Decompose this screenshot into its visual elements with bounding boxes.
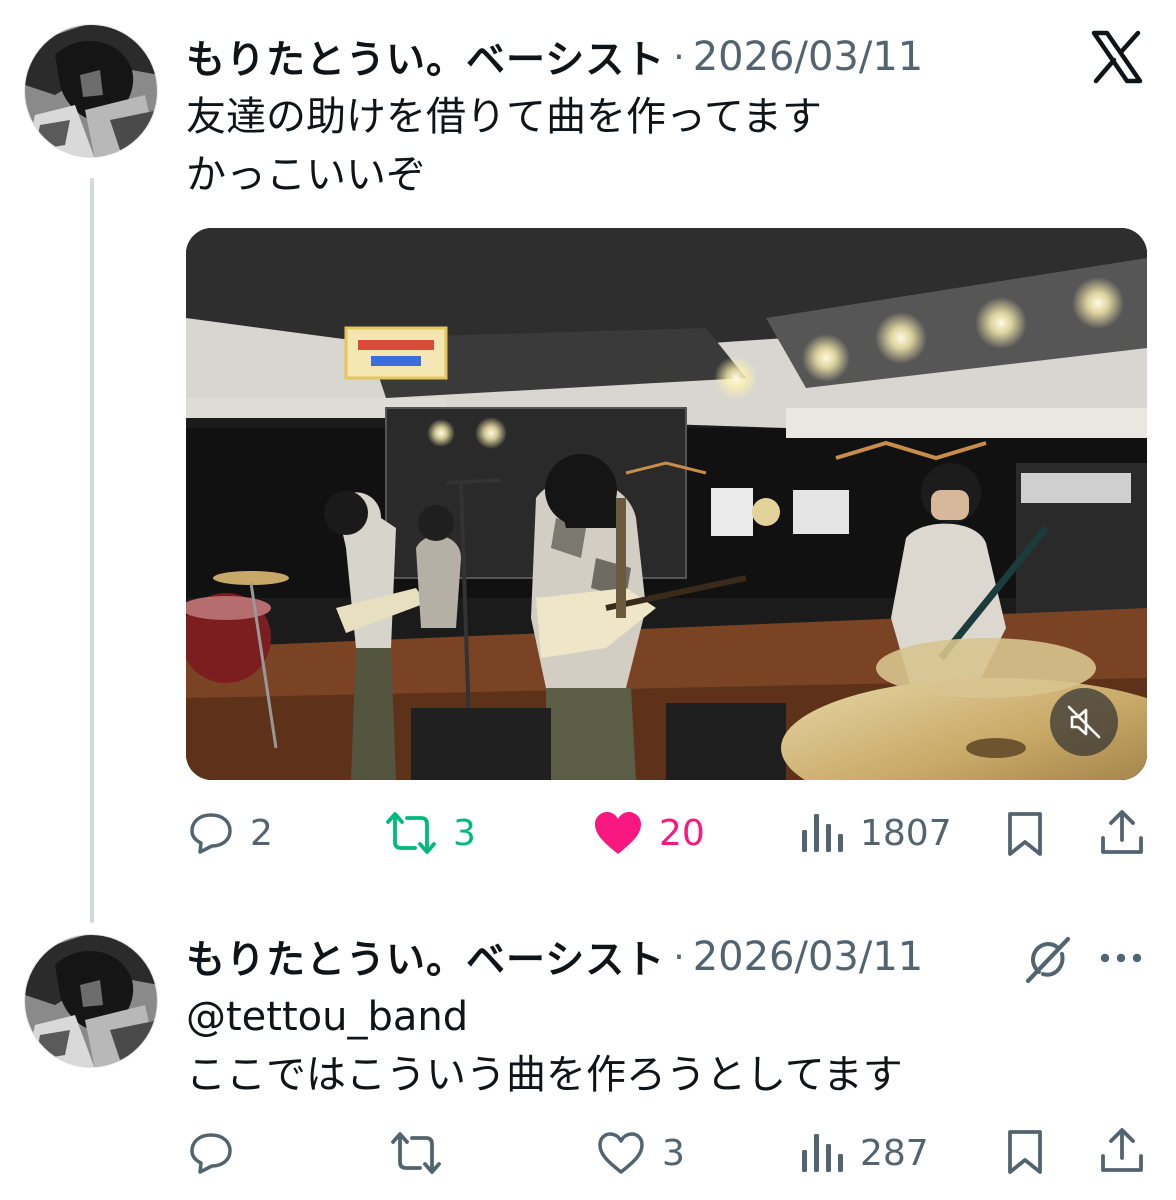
reply-button[interactable] (188, 1130, 250, 1176)
repost-count: 3 (453, 812, 476, 854)
grok-slash-circle-icon (1025, 936, 1071, 984)
grok-button[interactable] (1020, 932, 1076, 988)
mute-toggle-button[interactable] (1050, 688, 1118, 756)
bookmark-icon (1008, 812, 1042, 856)
repost-arrows-icon (391, 1132, 441, 1174)
like-count: 3 (662, 1132, 685, 1174)
bookmark-button[interactable] (1003, 810, 1047, 858)
thread-connector-line (90, 178, 94, 923)
like-button[interactable]: 3 (596, 1130, 685, 1176)
bookmark-button[interactable] (1003, 1128, 1047, 1176)
tweet-header: もりたとうい。ベーシスト · 2026/03/11 (186, 929, 924, 985)
tweet-text-line: ここではこういう曲を作ろうとしてます (186, 1052, 903, 1098)
view-count: 287 (860, 1132, 929, 1174)
reply-count: 2 (250, 812, 273, 854)
repost-button[interactable] (390, 1130, 458, 1176)
heart-icon (595, 812, 641, 854)
heart-icon (598, 1132, 644, 1174)
more-dots-icon (1100, 953, 1142, 963)
view-count: 1807 (860, 812, 952, 854)
bar-chart-icon (802, 1134, 843, 1172)
tweet-body: 友達の助けを借りて曲を作ってます かっこいいぞ (186, 88, 822, 204)
share-button[interactable] (1098, 1126, 1146, 1176)
tweet-body: @tettou_band ここではこういう曲を作ろうとしてます (186, 988, 903, 1104)
author-name[interactable]: もりたとうい。ベーシスト (186, 929, 665, 985)
more-options-button[interactable] (1098, 944, 1144, 972)
x-logo-icon[interactable] (1090, 30, 1144, 84)
tweet-header: もりたとうい。ベーシスト · 2026/03/11 (186, 29, 924, 85)
speech-bubble-icon (190, 813, 232, 854)
tweet-timestamp[interactable]: 2026/03/11 (693, 34, 924, 80)
tweet-timestamp[interactable]: 2026/03/11 (693, 934, 924, 980)
thread-view: もりたとうい。ベーシスト · 2026/03/11 友達の助けを借りて曲を作って… (0, 0, 1176, 1200)
views-button[interactable]: 287 (800, 1130, 929, 1176)
meta-separator: · (673, 936, 685, 978)
bookmark-icon (1008, 1130, 1042, 1174)
repost-button[interactable]: 3 (385, 810, 476, 856)
reply-button[interactable]: 2 (188, 810, 273, 856)
views-button[interactable]: 1807 (800, 810, 952, 856)
tweet-text-line: かっこいいぞ (186, 152, 426, 198)
author-name[interactable]: もりたとうい。ベーシスト (186, 29, 665, 85)
avatar[interactable] (24, 934, 158, 1068)
tweet-text-line: 友達の助けを借りて曲を作ってます (186, 94, 822, 140)
like-button[interactable]: 20 (593, 810, 705, 856)
meta-separator: · (673, 36, 685, 78)
like-count: 20 (659, 812, 705, 854)
mention-link[interactable]: @tettou_band (186, 988, 903, 1046)
share-button[interactable] (1098, 808, 1146, 858)
speech-bubble-icon (190, 1133, 232, 1174)
share-upload-icon (1101, 1128, 1143, 1172)
tweet-video[interactable] (186, 228, 1147, 780)
repost-arrows-icon (386, 812, 436, 854)
bar-chart-icon (802, 814, 843, 852)
share-upload-icon (1101, 810, 1143, 854)
avatar[interactable] (24, 24, 158, 158)
speaker-muted-icon (1067, 705, 1101, 739)
